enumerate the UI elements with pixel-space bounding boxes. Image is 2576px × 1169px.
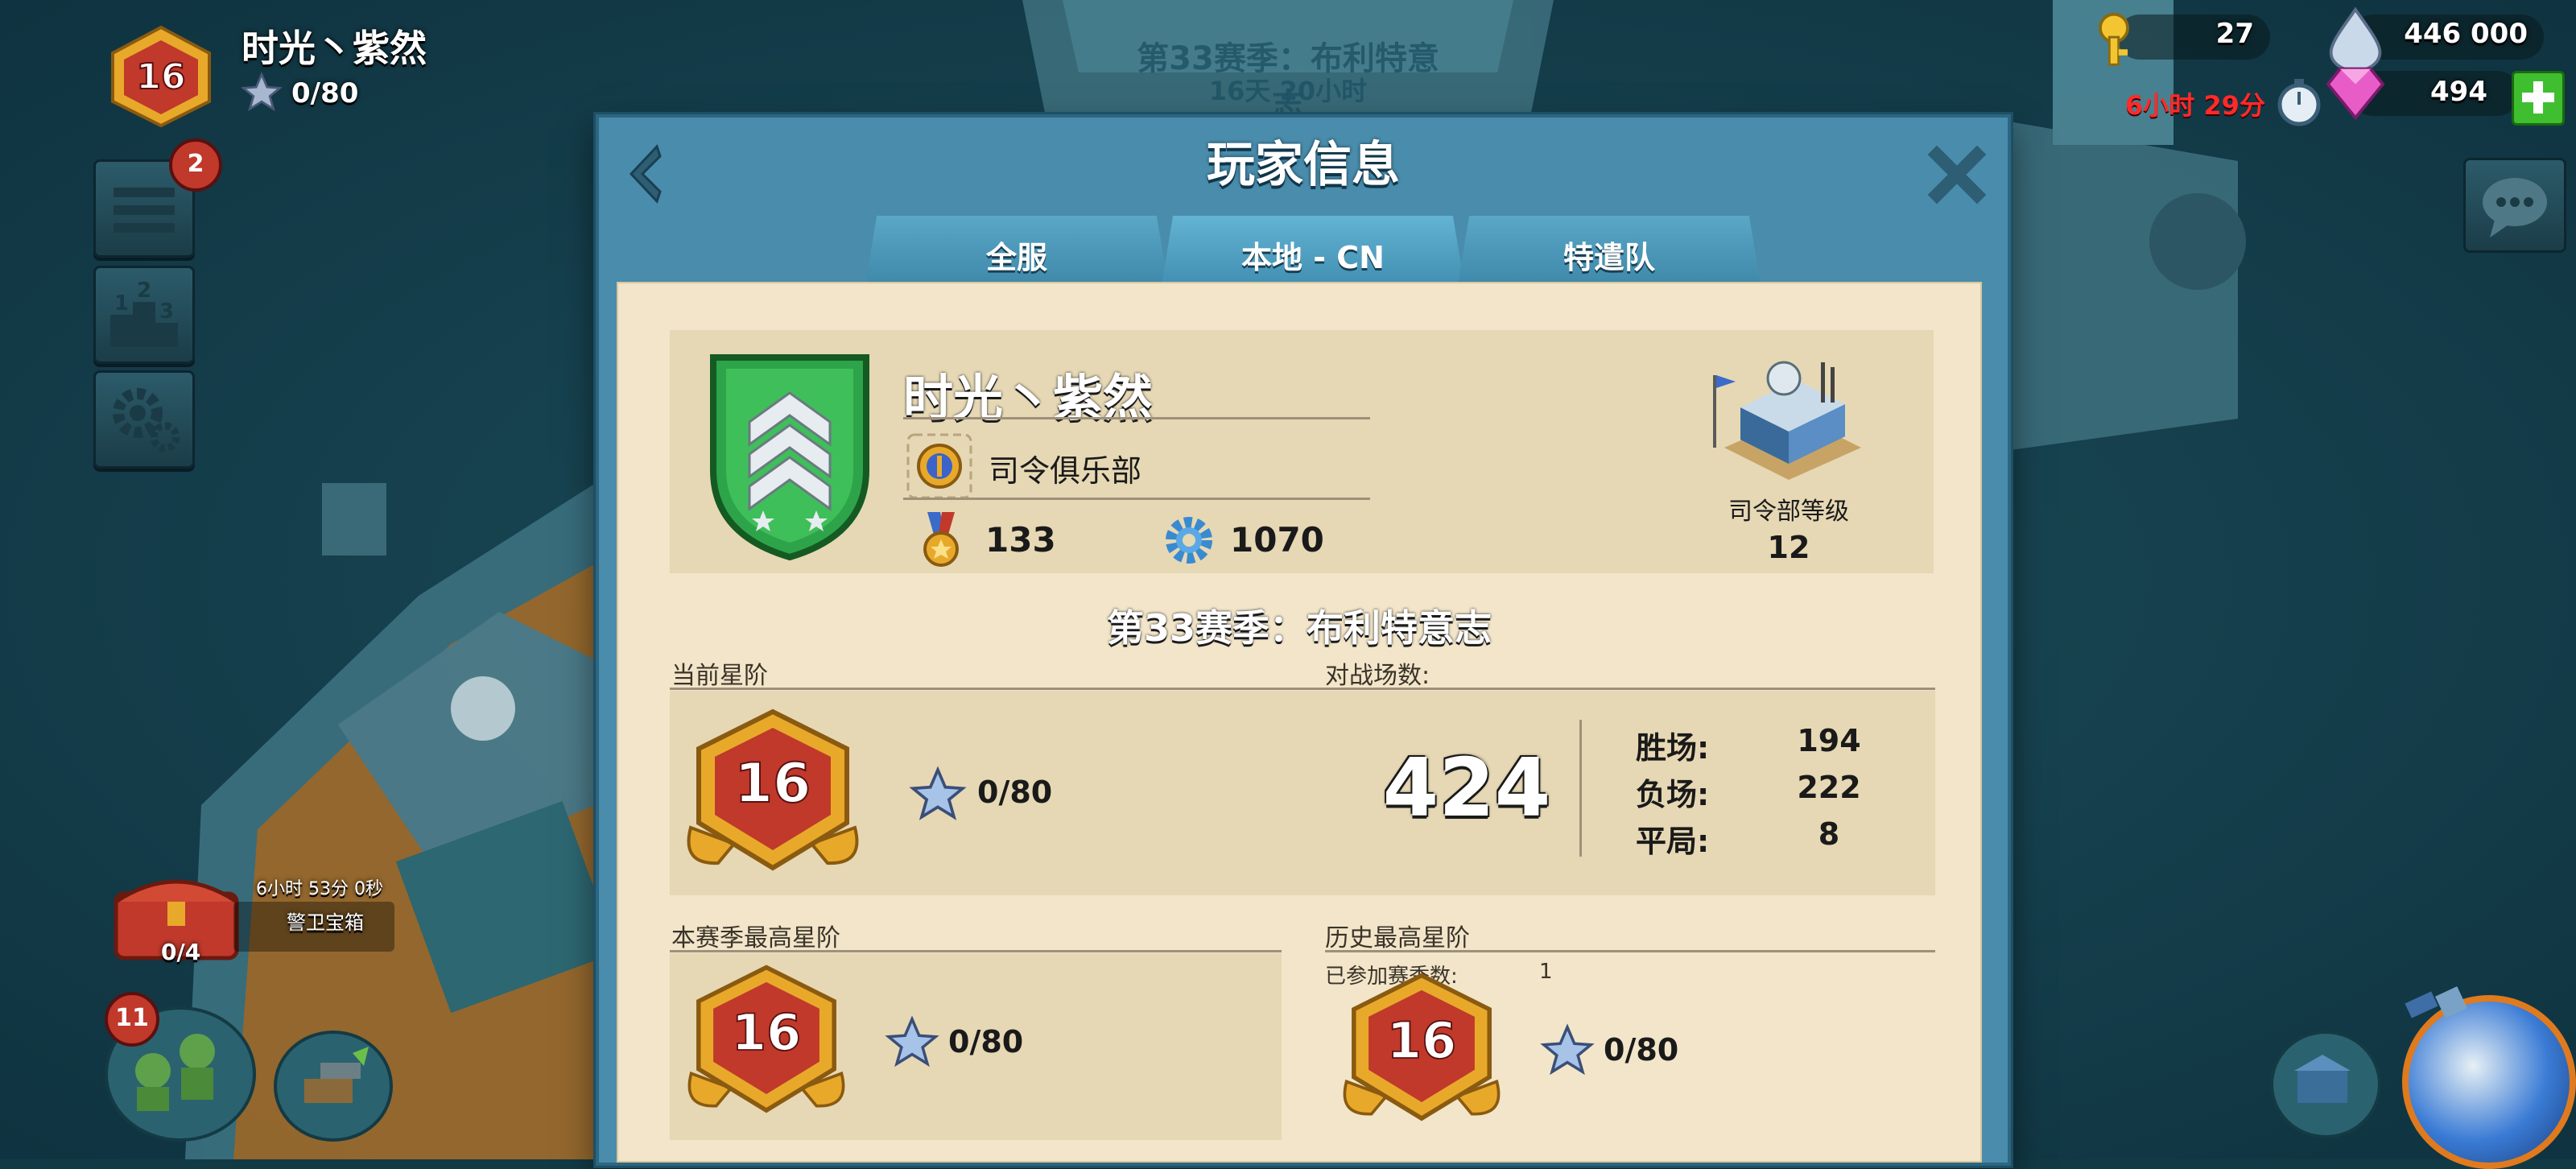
gold-count: 446 000 (2404, 18, 2528, 50)
history-best-panel: 16 0/80 (1325, 953, 1935, 1140)
plus-icon (2522, 81, 2554, 114)
chest-label: 警卫宝箱 (287, 911, 364, 934)
chat-icon (2483, 178, 2547, 238)
svg-text:2: 2 (137, 279, 151, 303)
battles-label: 对战场数: (1325, 662, 1430, 690)
club-name: 司令俱乐部 (989, 453, 1142, 489)
draws-value: 8 (1818, 816, 1840, 852)
gold-drop-icon (2329, 6, 2382, 71)
star-icon (909, 766, 967, 820)
star-icon (885, 1015, 939, 1068)
medals-count: 133 (985, 520, 1056, 560)
season-title: 第33赛季：布利特意志 (1106, 606, 1492, 650)
troops-badge: 11 (105, 992, 159, 1047)
wins-label: 胜场: (1636, 730, 1710, 766)
history-best-rank-number: 16 (1387, 1011, 1457, 1070)
gears-count: 1070 (1230, 520, 1324, 560)
season-best-label: 本赛季最高星阶 (671, 924, 840, 952)
history-best-label: 历史最高星阶 (1325, 924, 1470, 952)
leaderboard-icon: 123 (110, 279, 178, 347)
current-rank-badge: 16 (687, 708, 859, 871)
current-stats-panel: 16 0/80 424 胜场: 194 负场: 222 平局: 8 (670, 691, 1935, 895)
club-divider (903, 498, 1370, 500)
satellite-icon (2405, 986, 2467, 1018)
diamond-count: 494 (2430, 76, 2487, 108)
player-info-dialog: 玩家信息 全服 本地 - CN 特遣队 时光丶紫然 司令俱乐部 133 1070… (596, 114, 2011, 1166)
svg-text:1: 1 (114, 291, 129, 316)
stats-vertical-divider (1579, 720, 1582, 857)
hq-level-label: 司令部等级 (1728, 498, 1849, 526)
hud-player-name: 时光丶紫然 (242, 27, 427, 70)
history-best-rank-badge: 16 (1343, 973, 1501, 1121)
svg-text:3: 3 (159, 299, 174, 324)
stopwatch-icon (2277, 79, 2321, 126)
player-level-badge[interactable]: 16 (100, 24, 222, 129)
season-best-rank-number: 16 (732, 1003, 802, 1062)
info-paper: 时光丶紫然 司令俱乐部 133 1070 司令部等级 12 第33赛季：布利特意… (617, 282, 1982, 1163)
history-best-divider (1325, 950, 1935, 952)
chat-button[interactable] (2463, 158, 2566, 253)
hud-player-stars: 0/80 (291, 77, 359, 109)
draws-label: 平局: (1636, 824, 1710, 859)
hq-level-value: 12 (1767, 530, 1810, 565)
buy-diamonds-button[interactable] (2512, 71, 2565, 126)
club-emblem-icon (906, 433, 972, 499)
shield-rank-icon (710, 354, 869, 561)
keys-count: 27 (2215, 18, 2254, 50)
building-icon (2294, 1055, 2351, 1103)
settings-icon (113, 388, 180, 452)
season-best-stars: 0/80 (948, 1024, 1024, 1060)
losses-value: 222 (1797, 770, 1861, 805)
star-icon (1540, 1023, 1595, 1076)
tab-taskforce[interactable]: 特遣队 (1457, 216, 1761, 290)
close-icon[interactable] (1927, 145, 1987, 204)
star-icon (241, 72, 283, 112)
chest-progress: 0/4 (161, 939, 201, 965)
stats-divider (670, 688, 1935, 690)
season-banner-countdown: 16天 20小时 (1208, 76, 1368, 106)
dialog-title: 玩家信息 (1207, 137, 1400, 193)
player-level-text: 16 (136, 56, 185, 97)
season-best-divider (670, 950, 1282, 952)
chest-timer: 6小时 53分 0秒 (256, 879, 383, 899)
settings-button[interactable] (93, 370, 195, 469)
boost-timer: 6小时 29分 (2125, 90, 2265, 121)
diamond-icon (2326, 67, 2385, 121)
losses-label: 负场: (1636, 777, 1710, 812)
season-best-rank-badge: 16 (687, 965, 845, 1113)
menu-notification-badge: 2 (169, 138, 222, 192)
gear-icon (1166, 517, 1212, 564)
medal-icon (923, 512, 959, 567)
hq-building-icon (1713, 361, 1861, 480)
battles-total: 424 (1382, 741, 1551, 835)
tab-global[interactable]: 全服 (865, 216, 1169, 290)
wins-value: 194 (1797, 723, 1861, 758)
leaderboard-button[interactable]: 123 (93, 266, 195, 364)
weapon-icon (304, 1047, 369, 1103)
current-stars: 0/80 (977, 775, 1053, 810)
current-rank-number: 16 (735, 752, 811, 816)
name-divider (903, 417, 1370, 419)
profile-card: 时光丶紫然 司令俱乐部 133 1070 司令部等级 12 (670, 330, 1934, 573)
history-best-stars: 0/80 (1604, 1032, 1679, 1068)
current-rank-label: 当前星阶 (671, 662, 768, 690)
tab-local-cn[interactable]: 本地 - CN (1161, 216, 1465, 290)
season-best-panel: 16 0/80 (670, 953, 1282, 1140)
key-icon (2099, 12, 2129, 66)
